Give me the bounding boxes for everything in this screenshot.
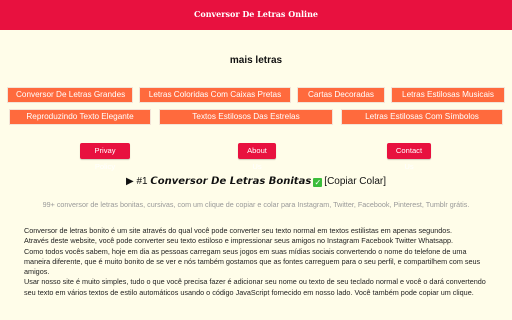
tagline: 99+ conversor de letras bonitas, cursiva… bbox=[42, 200, 470, 209]
headline: ▶ #1 𝘾𝙤𝙣𝙫𝙚𝙧𝙨𝙤𝙧 𝘿𝙚 𝙇𝙚𝙩𝙧𝙖𝙨 𝘽𝙤𝙣𝙞𝙩𝙖𝙨 ✓ [Copiar… bbox=[0, 176, 512, 187]
category-row-2: Reproduzindo Texto Elegante Textos Estil… bbox=[0, 109, 512, 125]
category-button[interactable]: Textos Estilosos Das Estrelas bbox=[159, 109, 333, 125]
category-button[interactable]: Letras Estilosas Com Símbolos bbox=[341, 109, 503, 125]
copy-paste-link[interactable]: [Copiar Colar] bbox=[324, 176, 386, 187]
section-title: mais letras bbox=[229, 55, 283, 66]
headline-prefix: ▶ #1 bbox=[125, 176, 151, 187]
paragraph: Através deste website, você pode convert… bbox=[24, 236, 454, 246]
paragraph: Conversor de letras bonito é um site atr… bbox=[24, 226, 452, 235]
category-button[interactable]: Conversor De Letras Grandes bbox=[7, 87, 133, 103]
about-us-button[interactable]: About Us bbox=[238, 143, 276, 171]
privacy-policy-button[interactable]: Privay Policy bbox=[80, 143, 130, 171]
paragraph: Usar nosso site é muito simples, tudo o … bbox=[24, 277, 486, 297]
category-button[interactable]: Letras Coloridas Com Caixas Pretas bbox=[139, 87, 291, 103]
category-button[interactable]: Cartas Decoradas bbox=[297, 87, 385, 103]
category-row-1: Conversor De Letras Grandes Letras Color… bbox=[0, 87, 512, 103]
check-icon: ✓ bbox=[313, 178, 323, 187]
top-bar: Conversor De Letras Online bbox=[0, 0, 512, 30]
paragraph: Como todos vocês sabem, hoje em dia as p… bbox=[24, 246, 481, 277]
headline-fancy-text: 𝘾𝙤𝙣𝙫𝙚𝙧𝙨𝙤𝙧 𝘿𝙚 𝙇𝙚𝙩𝙧𝙖𝙨 𝘽𝙤𝙣𝙞𝙩𝙖𝙨 bbox=[150, 176, 312, 187]
category-button[interactable]: Reproduzindo Texto Elegante bbox=[9, 109, 151, 125]
contact-us-button[interactable]: Contact Us bbox=[387, 143, 431, 171]
site-title[interactable]: Conversor De Letras Online bbox=[194, 9, 318, 19]
category-button[interactable]: Letras Estilosas Musicais bbox=[391, 87, 505, 103]
description: Conversor de letras bonito é um site atr… bbox=[24, 226, 494, 298]
